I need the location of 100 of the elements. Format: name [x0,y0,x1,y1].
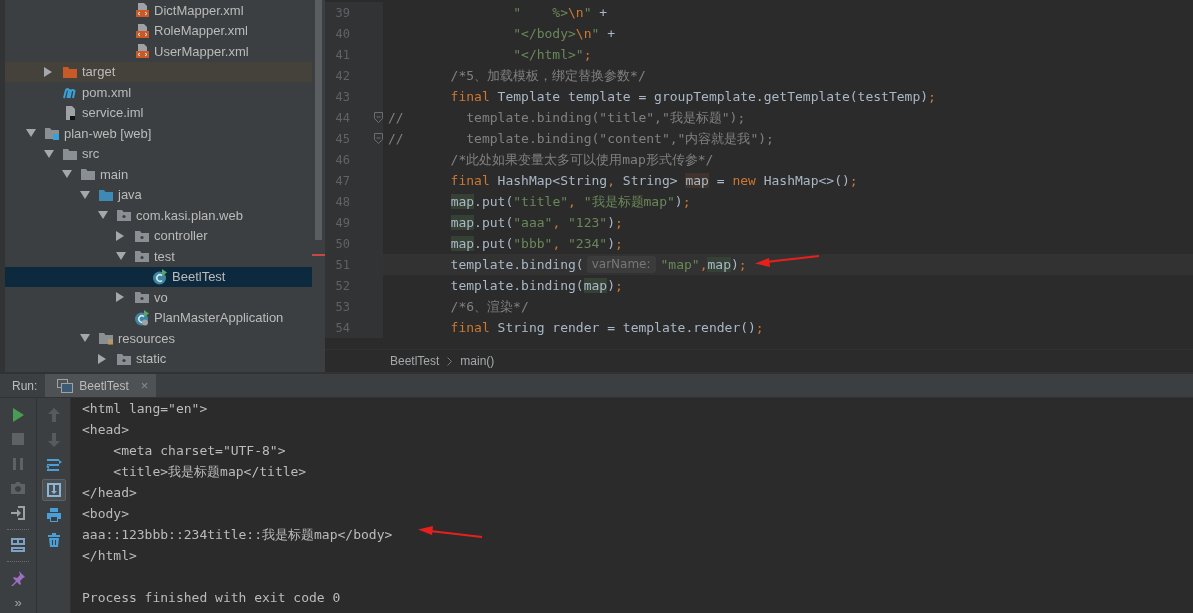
code-token: ; [583,47,592,62]
code-token: /*此处如果变量太多可以使用map形式传参*/ [449,150,714,169]
code-token: \n [575,26,592,41]
trash-icon[interactable] [45,532,62,548]
collapse-arrow-icon[interactable] [116,252,126,261]
console-line: </head> [82,484,137,502]
layout-icon[interactable] [10,537,26,554]
scrollbar[interactable] [315,0,322,240]
code-token: "map" [660,257,700,272]
code-token: /*6、渲染*/ [449,297,529,316]
pin-icon[interactable] [10,569,26,586]
rerun-icon[interactable] [10,406,26,423]
java-class-icon [152,268,168,285]
code-token: ; [738,257,747,272]
code-token: ; [849,173,858,188]
tree-item[interactable]: DictMapper.xml [5,0,312,21]
code-token: ) [607,278,615,293]
tree-item[interactable]: RoleMapper.xml [5,20,312,41]
tree-item[interactable]: plan-web [web] [5,123,312,144]
code-token: , [607,173,615,188]
tree-item[interactable]: static [5,348,312,369]
expand-arrow-icon[interactable] [44,66,52,77]
code-token: map [583,278,608,293]
console-windows-icon [57,378,74,393]
exit-icon[interactable] [10,504,26,521]
error-stripe-mark [312,254,325,256]
code-token: template.binding( [449,278,584,293]
code-token: HashMap<String [496,173,608,188]
code-token: ) [607,215,615,230]
tree-item[interactable]: BeetlTest [5,266,312,287]
tree-item[interactable]: main [5,164,312,185]
package-icon [134,289,150,306]
module-icon [44,125,60,142]
print-icon[interactable] [45,507,62,523]
code-token: String> [621,173,679,188]
package-icon [116,207,132,224]
tree-item[interactable]: resources [5,328,312,349]
chevron-icon [447,356,453,366]
code-token: + [606,26,615,41]
expand-arrow-icon[interactable] [116,292,124,303]
code-token: " %> [512,5,568,20]
code-token: " [591,26,600,41]
code-token: Template template = groupTemplate.getTemplate(testTemp) [496,89,929,104]
fold-marker-icon[interactable] [374,112,383,123]
code-token: "title" [513,194,569,209]
scroll-end-icon[interactable] [45,482,62,498]
resources-folder-icon [98,330,114,347]
code-token: ) [607,236,615,251]
code-token: map [449,215,475,230]
code-token: "234" [567,236,608,251]
code-token: "</html>" [512,47,584,62]
code-token: "aaa" [513,215,553,230]
tree-item[interactable]: vo [5,287,312,308]
code-token: .put( [474,215,514,230]
breadcrumb[interactable]: main() [460,354,495,368]
fold-marker-icon[interactable] [374,133,383,144]
code-token: "bbb" [513,236,553,251]
tree-item[interactable]: src [5,143,312,164]
tree-item[interactable]: java [5,184,312,205]
code-token: "123" [567,215,608,230]
expand-arrow-icon[interactable] [116,230,124,241]
soft-wrap-icon[interactable] [45,457,62,473]
code-token: ) [730,257,739,272]
code-token: ; [682,194,691,209]
tree-item[interactable]: controller [5,225,312,246]
collapse-arrow-icon[interactable] [80,190,90,199]
console-line: <title>我是标题map</title> [112,463,307,481]
run-tab[interactable]: BeetlTest × [45,374,157,397]
tree-item[interactable]: PlanMasterApplication [5,307,312,328]
tree-item[interactable]: UserMapper.xml [5,41,312,62]
code-token: ; [615,278,623,293]
tree-item[interactable]: com.kasi.plan.web [5,205,312,226]
collapse-arrow-icon[interactable] [80,334,90,343]
breadcrumb[interactable]: BeetlTest [390,354,440,368]
console-line: <body> [82,505,129,523]
code-token: final [449,320,490,335]
tree-item[interactable]: test [5,246,312,267]
code-token: , [552,215,561,230]
xml-icon [134,2,150,19]
tree-item[interactable]: target [5,61,312,82]
code-token: new [732,173,756,188]
code-token: .put( [474,236,514,251]
expand-arrow-icon[interactable] [98,353,106,364]
code-token: /*5、加载模板，绑定替换参数*/ [449,66,646,85]
code-token: String render = template.render() [496,320,756,335]
arrow-drawing [418,526,483,538]
collapse-arrow-icon[interactable] [44,149,54,158]
collapse-arrow-icon[interactable] [98,211,108,220]
code-token: , [568,194,576,209]
collapse-arrow-icon[interactable] [62,170,72,179]
code-token: " [583,5,592,20]
tree-item[interactable]: pom.xml [5,82,312,103]
code-token: map [449,236,475,251]
more-button[interactable]: » [6,591,30,613]
folder-icon [80,166,96,183]
code-token: ; [755,320,764,335]
collapse-arrow-icon[interactable] [26,129,36,138]
tree-item[interactable]: service.iml [5,102,312,123]
code-token: ; [928,89,936,104]
console-line: </html> [82,547,137,565]
